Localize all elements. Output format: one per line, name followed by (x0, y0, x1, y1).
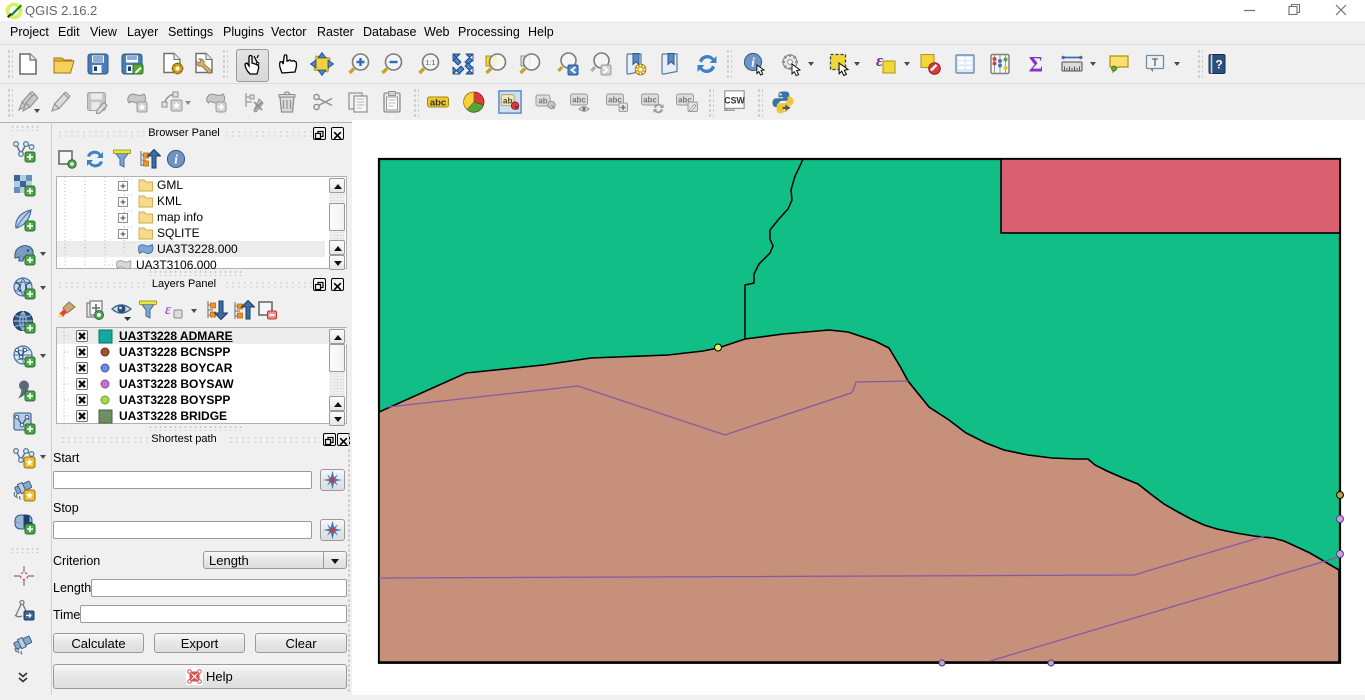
svg-text:i: i (751, 55, 755, 70)
svg-text:Σ: Σ (1029, 52, 1043, 76)
svg-text:1:1: 1:1 (426, 60, 436, 67)
svg-text:ε: ε (876, 52, 883, 70)
svg-text:abc: abc (643, 96, 657, 105)
svg-text:T: T (1152, 57, 1159, 69)
svg-text:ab: ab (503, 95, 513, 105)
svg-text:ε: ε (165, 302, 171, 318)
svg-text:abc: abc (430, 98, 446, 109)
svg-text:ab: ab (538, 97, 547, 106)
svg-text:?: ? (1215, 58, 1222, 72)
svg-text:abc: abc (572, 96, 586, 105)
svg-text:CSW: CSW (724, 95, 745, 105)
svg-text:i: i (174, 152, 178, 167)
